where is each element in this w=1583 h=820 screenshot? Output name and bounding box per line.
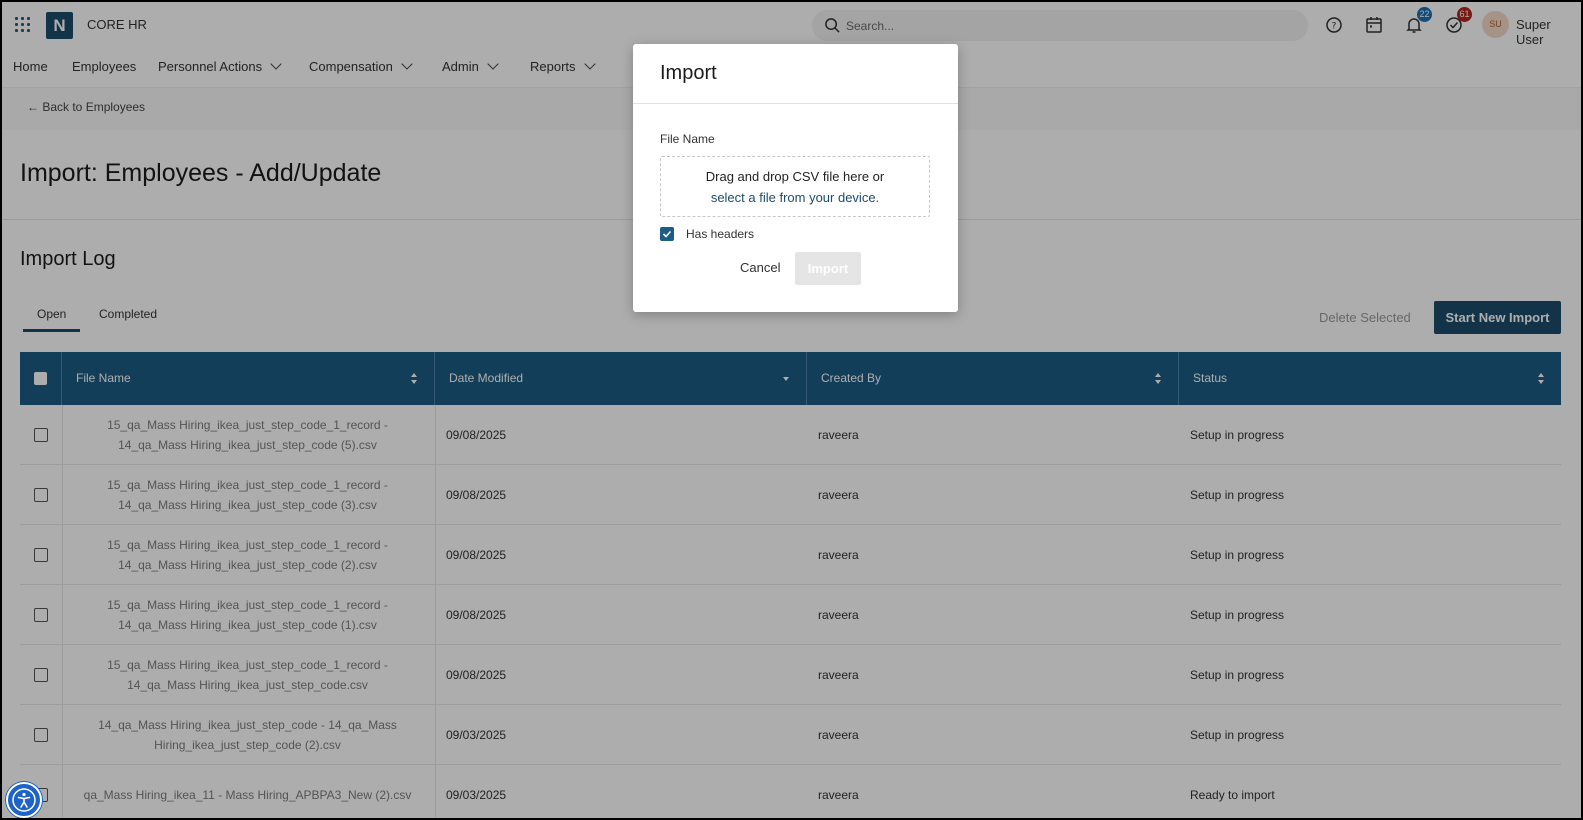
app-window: N CORE HR ? 22 — [0, 0, 1583, 820]
dropzone-instruction: Drag and drop CSV file here or — [705, 169, 885, 184]
checkmark-icon — [662, 230, 672, 238]
accessibility-icon — [12, 788, 36, 812]
file-name-label: File Name — [660, 132, 715, 146]
cancel-button[interactable]: Cancel — [740, 260, 780, 275]
select-file-link[interactable]: select a file from your device. — [661, 187, 929, 208]
file-dropzone[interactable]: Drag and drop CSV file here or select a … — [660, 156, 930, 217]
divider — [633, 103, 958, 104]
dialog-title: Import — [660, 62, 717, 84]
accessibility-button[interactable] — [6, 782, 42, 818]
import-button[interactable]: Import — [795, 252, 861, 285]
import-dialog: Import File Name Drag and drop CSV file … — [633, 44, 958, 312]
has-headers-label[interactable]: Has headers — [686, 227, 754, 241]
has-headers-checkbox[interactable] — [660, 227, 674, 241]
